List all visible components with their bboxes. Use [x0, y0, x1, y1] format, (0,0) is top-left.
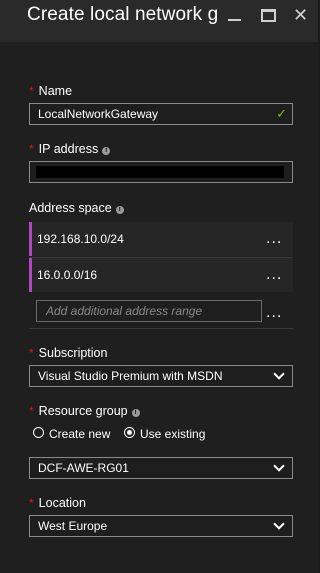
address-range-row[interactable]: 16.0.0.0/16 ... — [29, 258, 293, 292]
resource-group-select[interactable]: DCF-AWE-RG01 — [29, 457, 293, 479]
create-new-radio[interactable] — [33, 427, 44, 438]
ip-address-label: * IP address i — [29, 142, 111, 156]
location-select[interactable]: West Europe — [29, 515, 293, 537]
required-marker: * — [29, 142, 34, 156]
address-space-label: Address space i — [29, 201, 124, 215]
maximize-icon[interactable] — [259, 6, 279, 26]
add-address-range-input[interactable]: Add additional address range — [36, 300, 262, 322]
required-marker: * — [29, 84, 34, 98]
info-icon[interactable]: i — [102, 147, 111, 155]
name-label: * Name — [29, 84, 73, 98]
minimize-icon[interactable] — [226, 6, 246, 26]
subscription-label: * Subscription — [29, 346, 108, 360]
blade-title: Create local network g... — [27, 4, 219, 25]
resource-group-value: DCF-AWE-RG01 — [38, 461, 129, 475]
chevron-down-icon — [273, 460, 285, 472]
chevron-down-icon — [273, 368, 285, 380]
subscription-value: Visual Studio Premium with MSDN — [38, 369, 223, 383]
address-range-value: 16.0.0.0/16 — [37, 268, 98, 282]
title-bar: Create local network g... ✕ — [0, 0, 318, 42]
info-icon[interactable]: i — [131, 409, 140, 417]
valid-check-icon: ✓ — [276, 106, 287, 121]
close-icon[interactable]: ✕ — [293, 5, 313, 25]
ip-address-redacted — [36, 166, 284, 178]
required-marker: * — [29, 496, 34, 510]
divider — [29, 328, 293, 329]
use-existing-label[interactable]: Use existing — [140, 427, 205, 441]
row-accent-bar — [29, 258, 32, 292]
more-options-icon[interactable]: ... — [266, 231, 282, 247]
resource-group-label: * Resource group i — [29, 404, 140, 418]
more-options-icon[interactable]: ... — [266, 305, 282, 321]
subscription-select[interactable]: Visual Studio Premium with MSDN — [29, 365, 293, 387]
info-icon[interactable]: i — [115, 206, 124, 214]
location-label: * Location — [29, 496, 86, 510]
ip-address-input[interactable] — [29, 161, 293, 183]
row-accent-bar — [29, 222, 32, 256]
create-local-network-gateway-blade: Create local network g... ✕ * Name LocalN… — [0, 0, 318, 573]
name-input-value: LocalNetworkGateway — [38, 107, 159, 121]
name-input[interactable]: LocalNetworkGateway ✓ — [29, 103, 293, 125]
location-value: West Europe — [38, 519, 108, 533]
required-marker: * — [29, 346, 34, 360]
chevron-down-icon — [273, 518, 285, 530]
required-marker: * — [29, 404, 34, 418]
address-range-value: 192.168.10.0/24 — [37, 232, 124, 246]
create-new-label[interactable]: Create new — [49, 427, 110, 441]
address-range-row[interactable]: 192.168.10.0/24 ... — [29, 222, 293, 256]
more-options-icon[interactable]: ... — [266, 267, 282, 283]
use-existing-radio[interactable] — [124, 427, 135, 438]
